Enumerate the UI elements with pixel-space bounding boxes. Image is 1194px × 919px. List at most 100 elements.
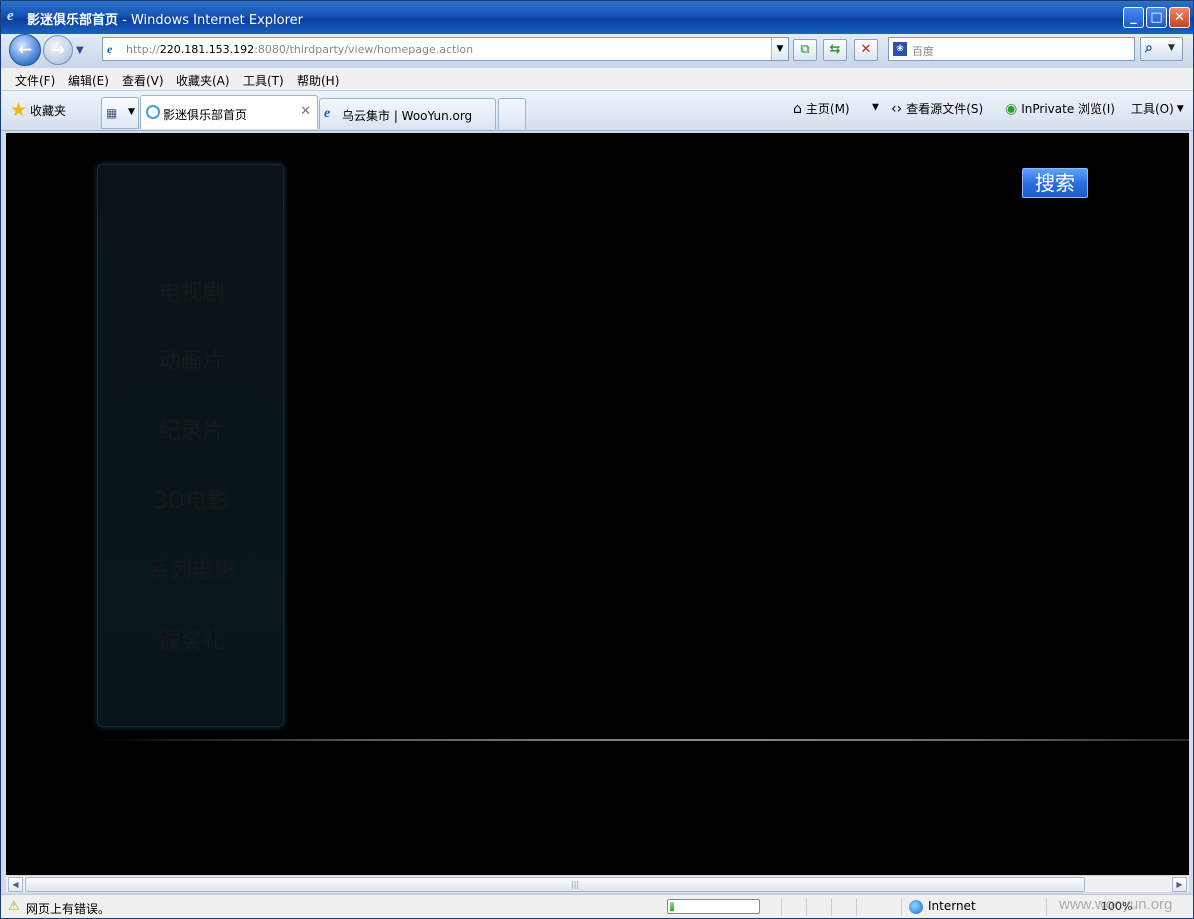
- address-bar[interactable]: e http://220.181.153.192:8080/thirdparty…: [102, 37, 789, 61]
- divider-glow-line: [96, 739, 1189, 741]
- side-menu-animation[interactable]: 动画片: [98, 343, 285, 375]
- favorites-button[interactable]: ★ 收藏夹: [10, 99, 66, 121]
- close-window-button[interactable]: ✕: [1169, 7, 1190, 28]
- quick-tabs-button[interactable]: ▦ ▼: [101, 97, 139, 129]
- search-icon: ⌕: [1145, 40, 1153, 56]
- new-tab-button[interactable]: [498, 98, 526, 129]
- url-rest: :8080/thirdparty/view/homepage.action: [254, 43, 474, 56]
- grip-icon: |||: [571, 880, 580, 889]
- page-search-button[interactable]: 搜索: [1022, 168, 1088, 198]
- inprivate-icon: ◉: [1005, 100, 1018, 117]
- chevron-down-icon: ▼: [776, 44, 784, 54]
- tab-label: 乌云集市 | WooYun.org: [342, 109, 473, 123]
- maximize-button[interactable]: □: [1146, 7, 1167, 28]
- status-message[interactable]: 网页上有错误。: [26, 900, 110, 917]
- home-icon: ⌂: [793, 100, 802, 117]
- category-side-menu: 电视剧 动画片 纪录片 3D电影 系列电影 颁奖礼: [97, 164, 284, 727]
- stop-button[interactable]: ✕: [854, 39, 878, 61]
- url-prefix: http://: [126, 43, 160, 56]
- ie-icon: e: [324, 106, 331, 121]
- tab-wooyun[interactable]: e 乌云集市 | WooYun.org: [319, 98, 496, 129]
- side-menu-awards[interactable]: 颁奖礼: [98, 623, 285, 655]
- ie-window: e 影迷俱乐部首页 - Windows Internet Explorer _ …: [0, 0, 1194, 919]
- address-dropdown-button[interactable]: ▼: [771, 38, 788, 60]
- scroll-right-button[interactable]: ▶: [1172, 877, 1187, 892]
- home-dropdown[interactable]: ▼: [872, 100, 879, 114]
- zone-label: Internet: [928, 899, 976, 913]
- home-label: 主页(M): [805, 102, 850, 116]
- window-title-page: 影迷俱乐部首页: [27, 13, 119, 28]
- search-options-dropdown[interactable]: ▼: [1168, 43, 1175, 53]
- menu-tools[interactable]: 工具(T): [243, 72, 284, 89]
- view-source-label: 查看源文件(S): [906, 102, 984, 116]
- star-icon: ★: [10, 99, 28, 121]
- view-source-button[interactable]: ‹› 查看源文件(S): [891, 100, 983, 117]
- chevron-down-icon: ▼: [872, 102, 879, 113]
- search-button[interactable]: ⌕ ▼: [1140, 37, 1183, 61]
- side-menu-3d-movies[interactable]: 3D电影: [98, 483, 285, 515]
- menu-file[interactable]: 文件(F): [15, 72, 55, 89]
- tools-button[interactable]: 工具(O) ▼: [1131, 100, 1184, 117]
- scroll-left-button[interactable]: ◀: [8, 877, 23, 892]
- address-url[interactable]: http://220.181.153.192:8080/thirdparty/v…: [126, 43, 473, 56]
- quick-tabs-icon: ▦: [106, 106, 118, 120]
- stop-icon: ✕: [860, 42, 872, 57]
- menu-help[interactable]: 帮助(H): [297, 72, 339, 89]
- status-separator: [781, 898, 782, 916]
- status-bar: ⚠ 网页上有错误。 Internet www.wooyun.org 100%: [1, 894, 1193, 918]
- horizontal-scrollbar[interactable]: ◀ ||| ▶: [6, 875, 1189, 892]
- status-separator: [831, 898, 832, 916]
- recent-pages-dropdown[interactable]: ▼: [76, 45, 88, 56]
- tab-active[interactable]: 影迷俱乐部首页 ✕: [140, 95, 318, 129]
- home-button[interactable]: ⌂ 主页(M): [793, 100, 850, 117]
- side-menu-tv-series[interactable]: 电视剧: [98, 275, 285, 307]
- progress-fill: [670, 902, 674, 911]
- baidu-icon: ❀: [893, 42, 907, 56]
- menu-bar: 文件(F) 编辑(E) 查看(V) 收藏夹(A) 工具(T) 帮助(H): [1, 68, 1193, 91]
- refresh-icon: ⇆: [829, 42, 841, 57]
- inprivate-label: InPrivate 浏览(I): [1021, 102, 1115, 116]
- page-content: 电视剧 动画片 纪录片 3D电影 系列电影 颁奖礼 搜索: [6, 133, 1189, 875]
- globe-icon: [909, 899, 923, 914]
- tab-label: 影迷俱乐部首页: [163, 108, 248, 122]
- tools-label: 工具(O): [1131, 102, 1174, 116]
- title-bar: e 影迷俱乐部首页 - Windows Internet Explorer _ …: [1, 1, 1193, 34]
- inprivate-button[interactable]: ◉ InPrivate 浏览(I): [1005, 100, 1115, 117]
- back-button[interactable]: ←: [9, 34, 41, 66]
- zoom-level[interactable]: 100%: [1101, 900, 1132, 913]
- page-load-progress: [667, 899, 760, 914]
- tab-bar: ★ 收藏夹 ▦ ▼ 影迷俱乐部首页 ✕ e 乌云集市 | WooYun.org ⌂…: [1, 91, 1193, 131]
- search-placeholder: 百度: [912, 45, 934, 58]
- tab-list-dropdown[interactable]: ▼: [128, 107, 135, 117]
- side-menu-documentary[interactable]: 纪录片: [98, 413, 285, 445]
- minimize-button[interactable]: _: [1123, 7, 1144, 28]
- url-host: 220.181.153.192: [159, 43, 255, 56]
- favorites-label: 收藏夹: [30, 103, 67, 118]
- window-title-app: - Windows Internet Explorer: [118, 13, 304, 28]
- security-zone[interactable]: Internet: [909, 899, 976, 914]
- chevron-down-icon: ▼: [1176, 103, 1184, 114]
- compat-icon: ⧉: [800, 42, 810, 57]
- refresh-button[interactable]: ⇆: [823, 39, 847, 61]
- zoom-value: 100%: [1101, 900, 1133, 913]
- address-toolbar: ← → ▼ e http://220.181.153.192:8080/thir…: [1, 34, 1193, 68]
- menu-view[interactable]: 查看(V): [122, 72, 164, 89]
- window-title: 影迷俱乐部首页 - Windows Internet Explorer: [27, 9, 303, 28]
- loading-icon: [146, 105, 160, 119]
- menu-edit[interactable]: 编辑(E): [68, 72, 109, 89]
- warning-icon[interactable]: ⚠: [8, 899, 22, 914]
- forward-button[interactable]: →: [43, 35, 73, 65]
- status-separator: [806, 898, 807, 916]
- menu-favorites[interactable]: 收藏夹(A): [176, 72, 230, 89]
- close-tab-icon[interactable]: ✕: [300, 104, 311, 119]
- status-separator: [856, 898, 857, 916]
- status-separator: [1046, 898, 1047, 916]
- side-menu-movie-series[interactable]: 系列电影: [98, 553, 285, 585]
- compatibility-view-button[interactable]: ⧉: [793, 39, 817, 61]
- scrollbar-thumb[interactable]: |||: [25, 877, 1085, 892]
- forward-arrow-icon: →: [51, 40, 65, 59]
- back-arrow-icon: ←: [17, 40, 33, 60]
- page-ie-icon: e: [107, 42, 113, 56]
- search-box[interactable]: ❀ 百度: [888, 37, 1135, 61]
- status-separator: [901, 898, 902, 916]
